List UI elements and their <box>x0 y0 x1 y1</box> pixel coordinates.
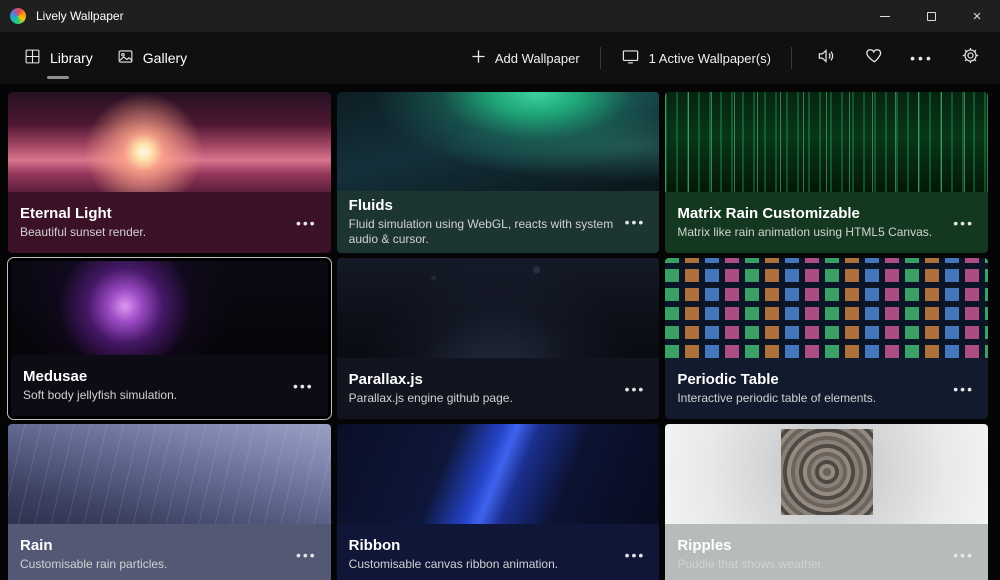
wallpaper-thumbnail <box>665 424 988 524</box>
wallpaper-card-medusae[interactable]: Medusae Soft body jellyfish simulation. … <box>8 258 331 419</box>
close-button[interactable]: × <box>954 0 1000 32</box>
wallpaper-description: Customisable rain particles. <box>20 557 167 572</box>
wallpaper-card-footer: Fluids Fluid simulation using WebGL, rea… <box>337 191 660 253</box>
add-wallpaper-button[interactable]: Add Wallpaper <box>471 49 580 67</box>
card-more-button[interactable]: ••• <box>294 543 319 567</box>
wallpaper-card-footer: Parallax.js Parallax.js engine github pa… <box>337 358 660 419</box>
wallpaper-title: Ribbon <box>349 537 558 554</box>
window-controls: × <box>862 0 1000 32</box>
tab-library-label: Library <box>50 50 93 66</box>
active-tab-indicator <box>47 76 69 79</box>
tab-gallery[interactable]: Gallery <box>105 32 199 84</box>
audio-button[interactable] <box>812 44 840 72</box>
close-icon: × <box>973 8 982 25</box>
wallpaper-title: Ripples <box>677 537 824 554</box>
wallpaper-thumbnail <box>665 92 988 192</box>
wallpaper-thumbnail <box>665 258 988 358</box>
minimize-button[interactable] <box>862 0 908 32</box>
wallpaper-card-ripples[interactable]: Ripples Puddle that shows weather. ••• <box>665 424 988 580</box>
gear-icon <box>961 46 980 70</box>
card-more-button[interactable]: ••• <box>294 211 319 235</box>
title-bar: Lively Wallpaper × <box>0 0 1000 32</box>
maximize-button[interactable] <box>908 0 954 32</box>
nav-more-button[interactable]: ••• <box>908 44 936 72</box>
wallpaper-card-meta: Eternal Light Beautiful sunset render. <box>20 205 146 240</box>
wallpaper-card-matrix-rain-customizable[interactable]: Matrix Rain Customizable Matrix like rai… <box>665 92 988 253</box>
wallpaper-title: Matrix Rain Customizable <box>677 205 932 222</box>
wallpaper-title: Eternal Light <box>20 205 146 222</box>
wallpaper-title: Periodic Table <box>677 371 876 388</box>
wallpaper-card-meta: Rain Customisable rain particles. <box>20 537 167 572</box>
card-more-button[interactable]: ••• <box>291 374 316 398</box>
wallpaper-card-meta: Periodic Table Interactive periodic tabl… <box>677 371 876 406</box>
wallpaper-grid: Eternal Light Beautiful sunset render. •… <box>0 84 1000 580</box>
card-more-button[interactable]: ••• <box>951 211 976 235</box>
wallpaper-thumbnail <box>337 258 660 358</box>
active-wallpapers-button[interactable]: 1 Active Wallpaper(s) <box>621 47 771 69</box>
active-wallpapers-label: 1 Active Wallpaper(s) <box>649 51 771 66</box>
tab-library[interactable]: Library <box>12 32 105 84</box>
heart-icon <box>865 46 884 70</box>
wallpaper-card-meta: Matrix Rain Customizable Matrix like rai… <box>677 205 932 240</box>
wallpaper-title: Fluids <box>349 197 623 214</box>
wallpaper-card-footer: Rain Customisable rain particles. ••• <box>8 524 331 580</box>
minimize-icon <box>880 16 890 17</box>
wallpaper-description: Parallax.js engine github page. <box>349 391 513 406</box>
wallpaper-card-footer: Matrix Rain Customizable Matrix like rai… <box>665 192 988 253</box>
wallpaper-card-meta: Medusae Soft body jellyfish simulation. <box>23 368 177 403</box>
divider <box>600 47 601 69</box>
wallpaper-description: Matrix like rain animation using HTML5 C… <box>677 225 932 240</box>
card-more-button[interactable]: ••• <box>623 543 648 567</box>
card-more-button[interactable]: ••• <box>951 377 976 401</box>
wallpaper-description: Beautiful sunset render. <box>20 225 146 240</box>
wallpaper-description: Customisable canvas ribbon animation. <box>349 557 558 572</box>
wallpaper-thumbnail <box>337 92 660 191</box>
wallpaper-card-footer: Ripples Puddle that shows weather. ••• <box>665 524 988 580</box>
wallpaper-thumbnail <box>8 92 331 192</box>
wallpaper-thumbnail <box>337 424 660 524</box>
wallpaper-card-ribbon[interactable]: Ribbon Customisable canvas ribbon animat… <box>337 424 660 580</box>
wallpaper-card-footer: Medusae Soft body jellyfish simulation. … <box>11 355 328 416</box>
wallpaper-card-meta: Ribbon Customisable canvas ribbon animat… <box>349 537 558 572</box>
wallpaper-description: Interactive periodic table of elements. <box>677 391 876 406</box>
window-title: Lively Wallpaper <box>36 9 124 23</box>
ellipsis-icon: ••• <box>910 50 934 66</box>
wallpaper-card-meta: Ripples Puddle that shows weather. <box>677 537 824 572</box>
add-wallpaper-label: Add Wallpaper <box>495 51 580 66</box>
wallpaper-card-footer: Periodic Table Interactive periodic tabl… <box>665 358 988 419</box>
gallery-image-icon <box>117 48 134 68</box>
monitor-icon <box>621 47 640 69</box>
wallpaper-card-footer: Ribbon Customisable canvas ribbon animat… <box>337 524 660 580</box>
app-logo-icon <box>10 8 26 24</box>
nav-bar: Library Gallery Add Wallpaper <box>0 32 1000 84</box>
wallpaper-card-rain[interactable]: Rain Customisable rain particles. ••• <box>8 424 331 580</box>
wallpaper-card-eternal-light[interactable]: Eternal Light Beautiful sunset render. •… <box>8 92 331 253</box>
wallpaper-description: Fluid simulation using WebGL, reacts wit… <box>349 217 623 247</box>
library-grid-icon <box>24 48 41 68</box>
divider <box>791 47 792 69</box>
wallpaper-card-meta: Parallax.js Parallax.js engine github pa… <box>349 371 513 406</box>
maximize-icon <box>927 12 936 21</box>
card-more-button[interactable]: ••• <box>951 543 976 567</box>
wallpaper-card-meta: Fluids Fluid simulation using WebGL, rea… <box>349 197 623 247</box>
wallpaper-card-periodic-table[interactable]: Periodic Table Interactive periodic tabl… <box>665 258 988 419</box>
wallpaper-title: Parallax.js <box>349 371 513 388</box>
wallpaper-card-parallax-js[interactable]: Parallax.js Parallax.js engine github pa… <box>337 258 660 419</box>
card-more-button[interactable]: ••• <box>623 377 648 401</box>
favorites-button[interactable] <box>860 44 888 72</box>
nav-actions: Add Wallpaper 1 Active Wallpaper(s) <box>471 44 984 72</box>
tab-gallery-label: Gallery <box>143 50 187 66</box>
wallpaper-card-footer: Eternal Light Beautiful sunset render. •… <box>8 192 331 253</box>
wallpaper-thumbnail <box>11 261 328 355</box>
wallpaper-card-fluids[interactable]: Fluids Fluid simulation using WebGL, rea… <box>337 92 660 253</box>
wallpaper-title: Rain <box>20 537 167 554</box>
wallpaper-description: Puddle that shows weather. <box>677 557 824 572</box>
wallpaper-title: Medusae <box>23 368 177 385</box>
plus-icon <box>471 49 486 67</box>
wallpaper-thumbnail <box>8 424 331 524</box>
wallpaper-description: Soft body jellyfish simulation. <box>23 388 177 403</box>
speaker-icon <box>816 46 836 71</box>
settings-button[interactable] <box>956 44 984 72</box>
card-more-button[interactable]: ••• <box>623 210 648 234</box>
